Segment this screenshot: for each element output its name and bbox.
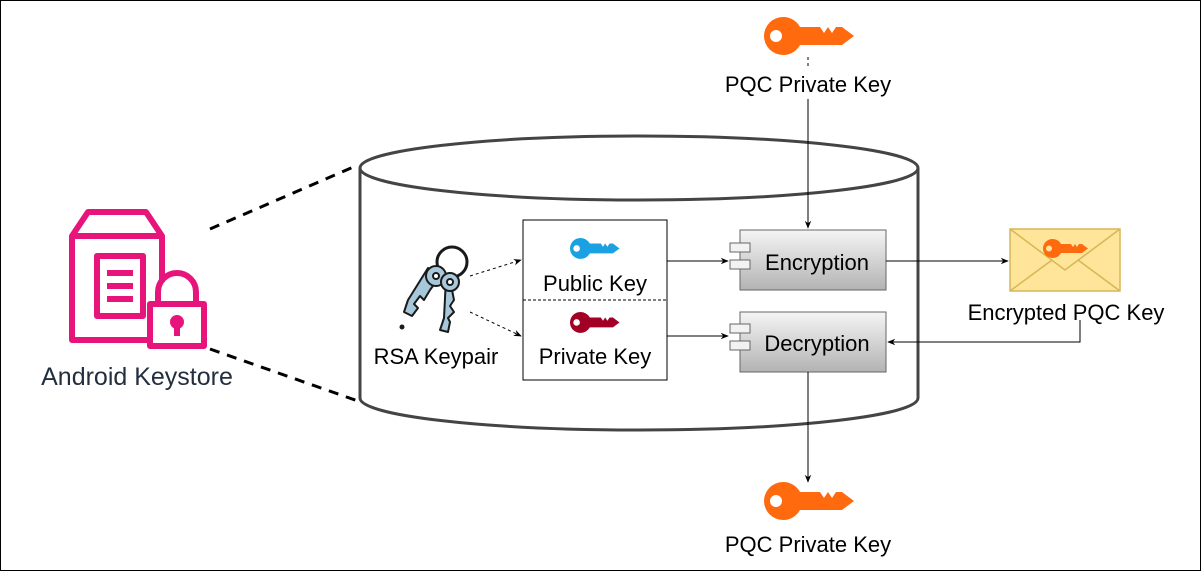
private-key-label: Private Key: [539, 344, 652, 369]
envelope-icon: [1009, 228, 1121, 292]
pqc-private-key-top-label: PQC Private Key: [725, 72, 891, 97]
public-key-label: Public Key: [543, 271, 647, 296]
diagram-canvas: PQC Private Key Android Keystore RSA Key…: [0, 0, 1201, 571]
diagram-svg: PQC Private Key Android Keystore RSA Key…: [0, 0, 1201, 571]
decryption-label: Decryption: [764, 331, 869, 356]
encrypted-pqc-key-label: Encrypted PQC Key: [968, 300, 1165, 325]
encryption-label: Encryption: [765, 250, 869, 275]
rsa-keypair-label: RSA Keypair: [374, 344, 499, 369]
pqc-private-key-bottom-label: PQC Private Key: [725, 532, 891, 557]
android-keystore-label: Android Keystore: [41, 363, 233, 391]
